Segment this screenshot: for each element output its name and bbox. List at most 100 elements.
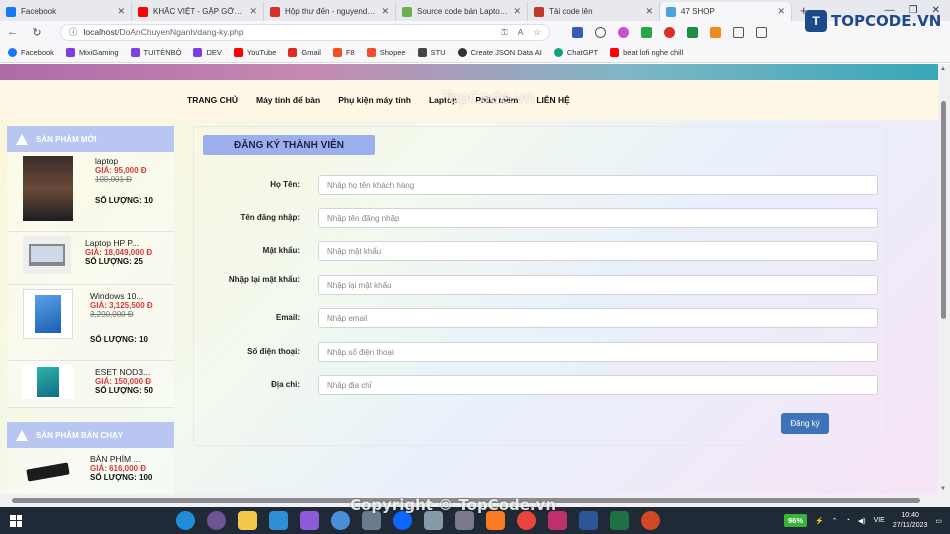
- browser-tab[interactable]: Tải code lên ✕: [528, 2, 660, 21]
- product-name[interactable]: Laptop HP P...: [85, 238, 152, 248]
- vertical-scrollbar[interactable]: ▲ ▼: [938, 64, 950, 494]
- bookmark-gmail[interactable]: Gmail: [288, 48, 321, 57]
- download-icon[interactable]: [687, 26, 698, 38]
- extension-icon[interactable]: [710, 26, 721, 38]
- close-tab-icon[interactable]: ✕: [249, 6, 257, 17]
- product-price: GIÁ: 95,000 Đ: [95, 166, 147, 175]
- browser-tab[interactable]: Hộp thư đến - nguyenducch ✕: [264, 2, 396, 21]
- gmail-icon: [270, 6, 280, 17]
- browser-tab-active[interactable]: 47 SHOP ✕: [660, 2, 792, 21]
- nav-accessories[interactable]: Phụ kiện máy tính: [338, 95, 411, 105]
- close-tab-icon[interactable]: ✕: [777, 6, 785, 17]
- confirm-password-input[interactable]: [318, 275, 878, 295]
- address-input[interactable]: [318, 375, 878, 395]
- browser-tab[interactable]: Facebook ✕: [0, 2, 132, 21]
- site-logo: T TOPCODE.VN: [805, 10, 941, 32]
- close-tab-icon[interactable]: ✕: [513, 6, 521, 17]
- bookmark-facebook[interactable]: Facebook: [8, 48, 54, 57]
- back-icon[interactable]: ←: [6, 26, 20, 38]
- word-icon[interactable]: [579, 511, 598, 530]
- browser-tab[interactable]: KHẮC VIỆT - GẶP GỠ ĐỂ CHIA LY✕: [132, 2, 264, 21]
- product-image[interactable]: [23, 236, 71, 274]
- scroll-down-icon[interactable]: ▼: [940, 486, 946, 492]
- product-item[interactable]: Laptop HP P... GIÁ: 18,049,000 Đ SỐ LƯỢN…: [7, 232, 174, 285]
- email-input[interactable]: [318, 308, 878, 328]
- bookmark-chatgpt[interactable]: ChatGPT: [553, 48, 598, 57]
- battery-indicator[interactable]: 96%: [784, 514, 808, 527]
- bookmark-youtube[interactable]: YouTube: [233, 48, 276, 57]
- close-tab-icon[interactable]: ✕: [645, 6, 653, 17]
- browser-tab[interactable]: Source code bán Laptop - P ✕: [396, 2, 528, 21]
- chevron-up-icon[interactable]: ⌃: [832, 517, 838, 525]
- nav-contact[interactable]: LIÊN HỆ: [536, 95, 570, 105]
- product-image[interactable]: [23, 365, 73, 399]
- nav-desktop[interactable]: Máy tính để bàn: [256, 95, 320, 105]
- split-screen-icon[interactable]: [733, 26, 744, 38]
- refresh-icon[interactable]: ↻: [30, 26, 44, 39]
- info-icon[interactable]: ⓘ: [69, 26, 78, 38]
- phone-input[interactable]: [318, 342, 878, 362]
- bookmark-shopee[interactable]: Shopee: [366, 48, 406, 57]
- volume-icon[interactable]: ◀): [858, 517, 866, 525]
- best-sellers-header: SẢN PHẨM BÁN CHẠY: [7, 422, 174, 448]
- extension-icon[interactable]: [572, 26, 583, 38]
- file-explorer-icon[interactable]: [238, 511, 257, 530]
- scrollbar-thumb[interactable]: [941, 101, 946, 319]
- windows-start-icon[interactable]: [10, 514, 22, 527]
- product-image[interactable]: [23, 156, 73, 221]
- product-name[interactable]: Windows 10...: [90, 291, 153, 301]
- product-item[interactable]: Windows 10... GIÁ: 3,125,500 Đ 3,290,000…: [7, 285, 174, 361]
- web-page: TRANG CHỦ Máy tính để bàn Phụ kiện máy t…: [0, 64, 938, 494]
- bookmark-dev[interactable]: DEV: [193, 48, 222, 57]
- json-icon: [457, 48, 467, 57]
- powerpoint-icon[interactable]: [641, 511, 660, 530]
- topcode-icon: [402, 6, 412, 17]
- bookmark-f8[interactable]: F8: [332, 48, 355, 57]
- notification-icon[interactable]: ▭: [935, 517, 942, 525]
- password-input[interactable]: [318, 241, 878, 261]
- vscode-icon[interactable]: [269, 511, 288, 530]
- scroll-up-icon[interactable]: ▲: [940, 66, 946, 72]
- username-input[interactable]: [318, 208, 878, 228]
- visual-studio-icon[interactable]: [300, 511, 319, 530]
- read-aloud-icon[interactable]: A: [518, 27, 524, 38]
- extension-icon[interactable]: [618, 26, 629, 38]
- product-image[interactable]: [23, 452, 73, 492]
- nav-home[interactable]: TRANG CHỦ: [187, 95, 238, 105]
- favorites-icon[interactable]: [756, 26, 767, 38]
- close-tab-icon[interactable]: ✕: [381, 6, 389, 17]
- extension-icon[interactable]: [595, 26, 606, 38]
- bookmark-lofi[interactable]: beat lofi nghe chill: [610, 48, 683, 57]
- favorite-star-icon[interactable]: ☆: [533, 27, 541, 38]
- close-tab-icon[interactable]: ✕: [117, 6, 125, 17]
- gmail-icon: [288, 48, 298, 57]
- edge-icon[interactable]: [176, 511, 195, 530]
- product-image[interactable]: [23, 289, 73, 339]
- fullname-input[interactable]: [318, 175, 878, 195]
- bookmark-stu[interactable]: STU: [417, 48, 446, 57]
- bookmark-json-ai[interactable]: Create JSON Data AI: [457, 48, 542, 57]
- wifi-icon[interactable]: ◔: [846, 517, 850, 524]
- app-icon[interactable]: [331, 511, 350, 530]
- register-button[interactable]: Đăng ký: [781, 413, 829, 434]
- stu-icon: [417, 48, 427, 57]
- bookmark-mixigaming[interactable]: MixiGaming: [65, 48, 119, 57]
- language-indicator[interactable]: VIE: [874, 517, 885, 524]
- product-item[interactable]: ESET NOD3... GIÁ: 150,000 Đ SỐ LƯỢNG: 50: [7, 361, 174, 408]
- warning-icon: [16, 429, 28, 441]
- excel-icon[interactable]: [610, 511, 629, 530]
- product-old-price: 3,290,000 Đ: [90, 310, 134, 319]
- product-item[interactable]: laptop GIÁ: 95,000 Đ 100,001 Đ SỐ LƯỢNG:…: [7, 152, 174, 232]
- url-field[interactable]: ⓘ localhost/DoAnChuyenNganh/dang-ky.php …: [60, 23, 550, 41]
- extension-icon[interactable]: [641, 26, 652, 38]
- new-products-header: SẢN PHẨM MỚI: [7, 126, 174, 152]
- product-name[interactable]: laptop: [95, 156, 153, 166]
- key-icon[interactable]: ⚿: [501, 27, 507, 38]
- bookmark-tuitenbo[interactable]: TUITÈNBỘ: [130, 48, 181, 57]
- product-name[interactable]: ESET NOD3...: [95, 367, 153, 377]
- product-name[interactable]: BÀN PHÍM ...: [90, 454, 152, 464]
- extension-icon[interactable]: [664, 26, 675, 38]
- clock[interactable]: 10:40 27/11/2023: [893, 511, 928, 531]
- product-item[interactable]: BÀN PHÍM ... GIÁ: 616,000 Đ SỐ LƯỢNG: 10…: [7, 448, 174, 494]
- github-icon[interactable]: [207, 511, 226, 530]
